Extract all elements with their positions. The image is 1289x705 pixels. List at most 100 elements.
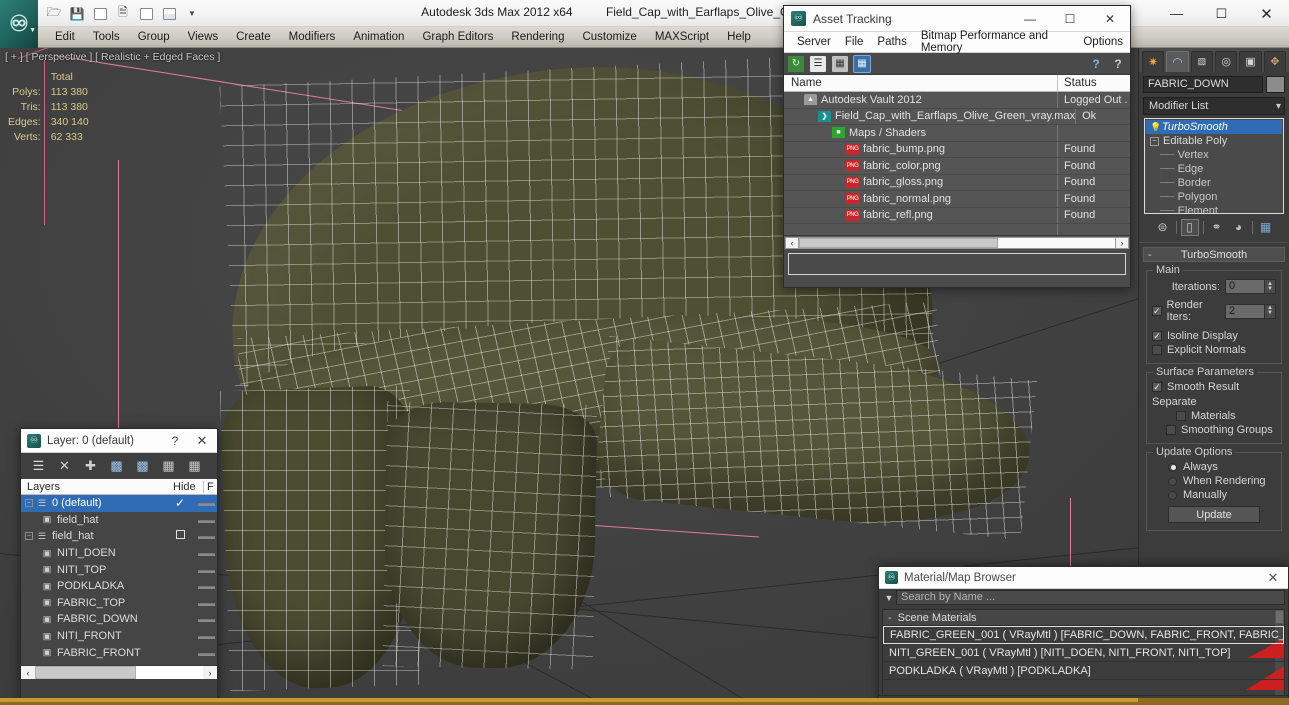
hierarchy-tab-icon[interactable]: ▧ — [1191, 51, 1213, 72]
open-icon[interactable]: 🗁 — [44, 4, 64, 23]
modifier-list-dropdown[interactable]: Modifier List ▾ — [1143, 97, 1285, 115]
layer-freeze-toggle[interactable]: ▬▬ — [195, 531, 217, 541]
select-objects-in-layer-icon[interactable]: ▩ — [109, 459, 124, 474]
object-color-swatch[interactable] — [1266, 76, 1285, 93]
asset-close-button[interactable]: ✕ — [1090, 6, 1130, 32]
modifier-stack-item-vertex[interactable]: ── Vertex — [1146, 148, 1282, 162]
delete-layer-icon[interactable]: ✕ — [57, 459, 72, 474]
scroll-left-icon[interactable]: ‹ — [21, 666, 35, 679]
save-icon[interactable]: 💾 — [67, 4, 87, 23]
explicit-normals-checkbox[interactable]: ✓ — [1152, 345, 1162, 355]
scroll-thumb[interactable] — [35, 666, 136, 679]
scroll-track[interactable] — [799, 237, 1115, 249]
layer-row-field-hat[interactable]: − ☰ field_hat ▬▬ — [21, 528, 217, 545]
layer-freeze-toggle[interactable]: ▬▬ — [195, 515, 217, 525]
display-tab-icon[interactable]: ▣ — [1239, 51, 1261, 72]
material-list[interactable]: - Scene Materials FABRIC_GREEN_001 ( VRa… — [882, 609, 1285, 699]
layer-help-button[interactable]: ? — [163, 434, 187, 448]
modifier-stack-item-border[interactable]: ── Border — [1146, 176, 1282, 190]
material-map-browser-window[interactable]: ♾ Material/Map Browser ✕ ▼ Search by Nam… — [878, 566, 1289, 705]
light-bulb-icon[interactable]: 💡 — [1150, 120, 1162, 134]
scroll-track[interactable] — [35, 666, 203, 679]
asset-menu-options[interactable]: Options — [1076, 36, 1130, 48]
application-menu-logo[interactable]: ♾▼ — [0, 0, 38, 48]
update-when-rendering-radio[interactable] — [1168, 477, 1177, 486]
menu-item-views[interactable]: Views — [179, 27, 227, 47]
asset-menu-server[interactable]: Server — [790, 36, 838, 48]
create-new-layer-icon[interactable]: ☰ — [31, 459, 46, 474]
layer-freeze-toggle[interactable]: ▬▬ — [195, 581, 217, 591]
layer-row-field-hat-object[interactable]: ▣ field_hat ▬▬ — [21, 512, 217, 529]
menu-item-graph-editors[interactable]: Graph Editors — [413, 27, 502, 47]
menu-item-help[interactable]: Help — [718, 27, 760, 47]
collapse-icon[interactable]: − — [25, 499, 33, 507]
create-tab-icon[interactable]: ✷ — [1142, 51, 1164, 72]
smooth-result-checkbox[interactable]: ✓ — [1152, 382, 1162, 392]
make-unique-icon[interactable]: ⚭ — [1208, 219, 1226, 236]
undo-icon[interactable]: 🗎 — [113, 4, 133, 23]
material-item-fabric-green[interactable]: FABRIC_GREEN_001 ( VRayMtl ) [FABRIC_DOW… — [883, 626, 1284, 644]
asset-menu-file[interactable]: File — [838, 36, 871, 48]
scroll-right-icon[interactable]: › — [203, 666, 217, 679]
asset-tracking-list[interactable]: Name Status ▲ Autodesk Vault 2012 Logged… — [784, 75, 1130, 235]
asset-minimize-button[interactable]: — — [1010, 6, 1050, 32]
layer-row-niti-front[interactable]: ▣ NITI_FRONT ▬▬ — [21, 628, 217, 645]
turbosmooth-rollout-header[interactable]: - TurboSmooth — [1143, 247, 1285, 262]
utilities-tab-icon[interactable]: ✥ — [1264, 51, 1286, 72]
layer-row-fabric-down[interactable]: ▣ FABRIC_DOWN ▬▬ — [21, 611, 217, 628]
isoline-display-checkbox[interactable]: ✓ — [1152, 331, 1162, 341]
object-name-field[interactable]: FABRIC_DOWN — [1143, 76, 1263, 93]
grid-view-icon[interactable]: ▦ — [854, 56, 870, 72]
minimize-button[interactable]: — — [1154, 0, 1199, 27]
new-icon[interactable] — [90, 4, 110, 23]
asset-menu-bitmap-performance[interactable]: Bitmap Performance and Memory — [914, 30, 1077, 54]
select-highlighted-objects-icon[interactable]: ▩ — [135, 459, 150, 474]
render-iters-stepper[interactable]: 2 ▲▼ — [1225, 304, 1276, 319]
modifier-stack-item-editable-poly[interactable]: − Editable Poly — [1146, 134, 1282, 148]
modifier-stack[interactable]: 💡 TurboSmooth − Editable Poly ── Vertex … — [1144, 118, 1284, 214]
layer-row-podkladka[interactable]: ▣ PODKLADKA ▬▬ — [21, 578, 217, 595]
scroll-right-icon[interactable]: › — [1115, 237, 1129, 249]
layer-freeze-toggle[interactable]: ▬▬ — [195, 598, 217, 608]
modifier-stack-item-turbosmooth[interactable]: 💡 TurboSmooth — [1146, 120, 1282, 134]
list-view-icon[interactable]: ☰ — [810, 56, 826, 72]
more-icon[interactable]: ▼ — [182, 4, 202, 23]
layer-row-niti-doen[interactable]: ▣ NITI_DOEN ▬▬ — [21, 545, 217, 562]
modifier-stack-item-edge[interactable]: ── Edge — [1146, 162, 1282, 176]
layer-row-niti-top[interactable]: ▣ NITI_TOP ▬▬ — [21, 561, 217, 578]
search-input[interactable]: Search by Name ... — [896, 590, 1285, 605]
refresh-icon[interactable]: ↻ — [788, 56, 804, 72]
layer-freeze-toggle[interactable]: ▬▬ — [195, 548, 217, 558]
modifier-stack-item-polygon[interactable]: ── Polygon — [1146, 190, 1282, 204]
modify-tab-icon[interactable]: ◠ — [1166, 51, 1188, 72]
menu-item-rendering[interactable]: Rendering — [502, 27, 573, 47]
asset-row[interactable]: ■ Maps / Shaders — [784, 125, 1130, 142]
menu-item-edit[interactable]: Edit — [46, 27, 84, 47]
pin-stack-icon[interactable]: ⊜ — [1154, 219, 1172, 236]
menu-item-modifiers[interactable]: Modifiers — [280, 27, 345, 47]
hide-unhide-icon[interactable]: ▦ — [187, 459, 202, 474]
layer-row-fabric-front[interactable]: ▣ FABRIC_FRONT ▬▬ — [21, 644, 217, 661]
highlight-selected-objects-icon[interactable]: ▦ — [161, 459, 176, 474]
smoothing-groups-checkbox[interactable]: ✓ — [1166, 425, 1176, 435]
update-always-radio[interactable] — [1168, 463, 1177, 472]
collapse-icon[interactable]: - — [1148, 249, 1152, 261]
motion-tab-icon[interactable]: ◎ — [1215, 51, 1237, 72]
layer-freeze-toggle[interactable]: ▬▬ — [195, 631, 217, 641]
layer-column-hide[interactable]: Hide — [173, 481, 203, 493]
menu-item-group[interactable]: Group — [129, 27, 179, 47]
stepper-arrows-icon[interactable]: ▲▼ — [1265, 304, 1276, 319]
help-icon[interactable]: ? — [1088, 56, 1104, 72]
update-manually-radio[interactable] — [1168, 491, 1177, 500]
viewport-label[interactable]: [ + ] [ Perspective ] [ Realistic + Edge… — [5, 51, 220, 63]
show-end-result-icon[interactable]: ▯ — [1181, 219, 1199, 236]
configure-modifier-sets-icon[interactable]: ▦ — [1257, 219, 1275, 236]
layer-horizontal-scrollbar[interactable]: ‹ › — [21, 665, 217, 679]
modifier-stack-item-element[interactable]: ── Element — [1146, 204, 1282, 214]
iterations-value[interactable]: 0 — [1225, 279, 1265, 294]
collapse-icon[interactable]: − — [25, 532, 33, 540]
chevron-down-icon[interactable]: ▾ — [1276, 101, 1281, 112]
asset-row[interactable]: PNG fabric_refl.png Found — [784, 208, 1130, 225]
asset-row[interactable]: PNG fabric_bump.png Found — [784, 142, 1130, 159]
menu-item-tools[interactable]: Tools — [84, 27, 129, 47]
